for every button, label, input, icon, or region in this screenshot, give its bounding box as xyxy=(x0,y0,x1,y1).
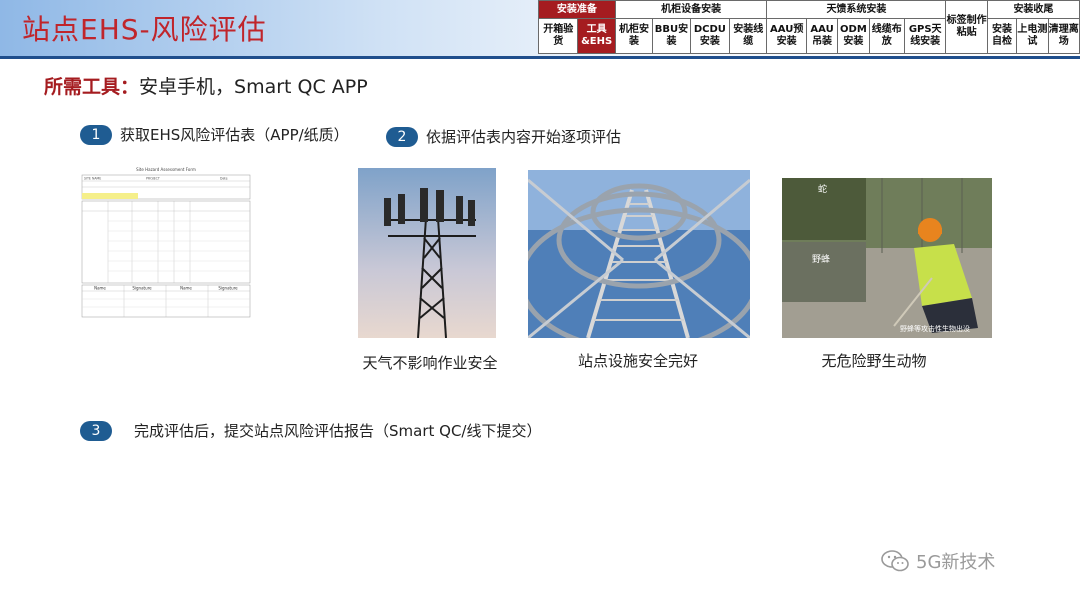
form-row-label: PROJECT xyxy=(146,177,160,181)
tower-ladder-photo xyxy=(528,170,750,338)
nav-item-gps[interactable]: GPS天线安装 xyxy=(903,18,947,54)
nav-item-cleanup[interactable]: 清理离场 xyxy=(1047,18,1080,54)
step-number-badge: 2 xyxy=(386,126,418,147)
sign-header: Signature xyxy=(132,286,152,291)
nav-item-power-test[interactable]: 上电测试 xyxy=(1016,18,1049,54)
photo-caption-facility: 站点设施安全完好 xyxy=(577,352,698,370)
step-number-badge: 1 xyxy=(80,124,112,145)
risk-assessment-form-image: Site Hazard Assessment Form SITE NAME PR… xyxy=(80,163,252,333)
step-text: 依据评估表内容开始逐项评估 xyxy=(426,128,622,146)
nav-item-selfcheck[interactable]: 安装自检 xyxy=(986,18,1018,54)
step-text: 获取EHS风险评估表（APP/纸质） xyxy=(120,126,349,144)
page-title: 站点EHS-风险评估 xyxy=(22,13,267,46)
photo-caption-wildlife: 无危险野生动物 xyxy=(821,352,927,370)
wechat-icon xyxy=(881,550,909,572)
wildlife-label-wasp: 野蜂 xyxy=(812,255,831,265)
form-header: Site Hazard Assessment Form xyxy=(136,167,196,172)
nav-item-cabinet[interactable]: 机柜安装 xyxy=(614,18,654,54)
sign-header: Signature xyxy=(218,286,238,291)
nav-item-bbu[interactable]: BBU安装 xyxy=(652,18,691,54)
process-nav-table: 安装准备 机柜设备安装 天馈系统安装 标签制作粘贴 安装收尾 开箱验货 工具&E… xyxy=(537,0,1080,54)
sign-header: Name xyxy=(180,286,192,291)
watermark-text: 5G新技术 xyxy=(916,552,996,573)
nav-category-antenna[interactable]: 天馈系统安装 xyxy=(766,0,947,19)
wildlife-hazard-photo: 蛇 野蜂 野蜂等攻击性生物出没 xyxy=(782,178,992,338)
nav-item-aau-hoist[interactable]: AAU吊装 xyxy=(805,18,839,54)
form-row-label: Date xyxy=(220,177,228,181)
nav-item-dcdu[interactable]: DCDU安装 xyxy=(689,18,731,54)
step-1: 1 获取EHS风险评估表（APP/纸质） xyxy=(80,124,349,145)
form-row-label: SITE NAME xyxy=(84,177,101,181)
sign-header: Name xyxy=(94,286,106,291)
wildlife-note: 野蜂等攻击性生物出没 xyxy=(900,325,970,333)
step-2: 2 依据评估表内容开始逐项评估 xyxy=(386,126,621,147)
step-text: 完成评估后，提交站点风险评估报告（Smart QC/线下提交） xyxy=(134,422,542,440)
nav-item-cables[interactable]: 安装线缆 xyxy=(729,18,768,54)
nav-category-finish[interactable]: 安装收尾 xyxy=(986,0,1080,19)
nav-item-tools-ehs[interactable]: 工具&EHS xyxy=(577,18,616,54)
tools-label: 所需工具： xyxy=(44,76,140,98)
nav-category-cabinet[interactable]: 机柜设备安装 xyxy=(614,0,768,19)
nav-item-odm[interactable]: ODM安装 xyxy=(837,18,870,54)
nav-item-routing[interactable]: 线缆布放 xyxy=(868,18,905,54)
wildlife-label-snake: 蛇 xyxy=(818,185,828,195)
watermark: 5G新技术 xyxy=(880,548,995,574)
tools-line: 所需工具：安卓手机，Smart QC APP xyxy=(44,72,368,99)
nav-category-prep[interactable]: 安装准备 xyxy=(538,0,616,19)
title-divider xyxy=(0,56,1080,59)
nav-category-label[interactable]: 标签制作粘贴 xyxy=(945,0,988,54)
tools-value: 安卓手机，Smart QC APP xyxy=(139,76,368,98)
tower-weather-photo xyxy=(358,168,496,338)
photo-caption-weather: 天气不影响作业安全 xyxy=(362,354,498,372)
form-drawing: Site Hazard Assessment Form SITE NAME PR… xyxy=(80,163,252,333)
step-3: 3 完成评估后，提交站点风险评估报告（Smart QC/线下提交） xyxy=(80,420,541,441)
nav-item-unpack[interactable]: 开箱验货 xyxy=(537,18,579,54)
step-number-badge: 3 xyxy=(80,420,112,441)
nav-item-aau-pre[interactable]: AAU预安装 xyxy=(766,18,807,54)
